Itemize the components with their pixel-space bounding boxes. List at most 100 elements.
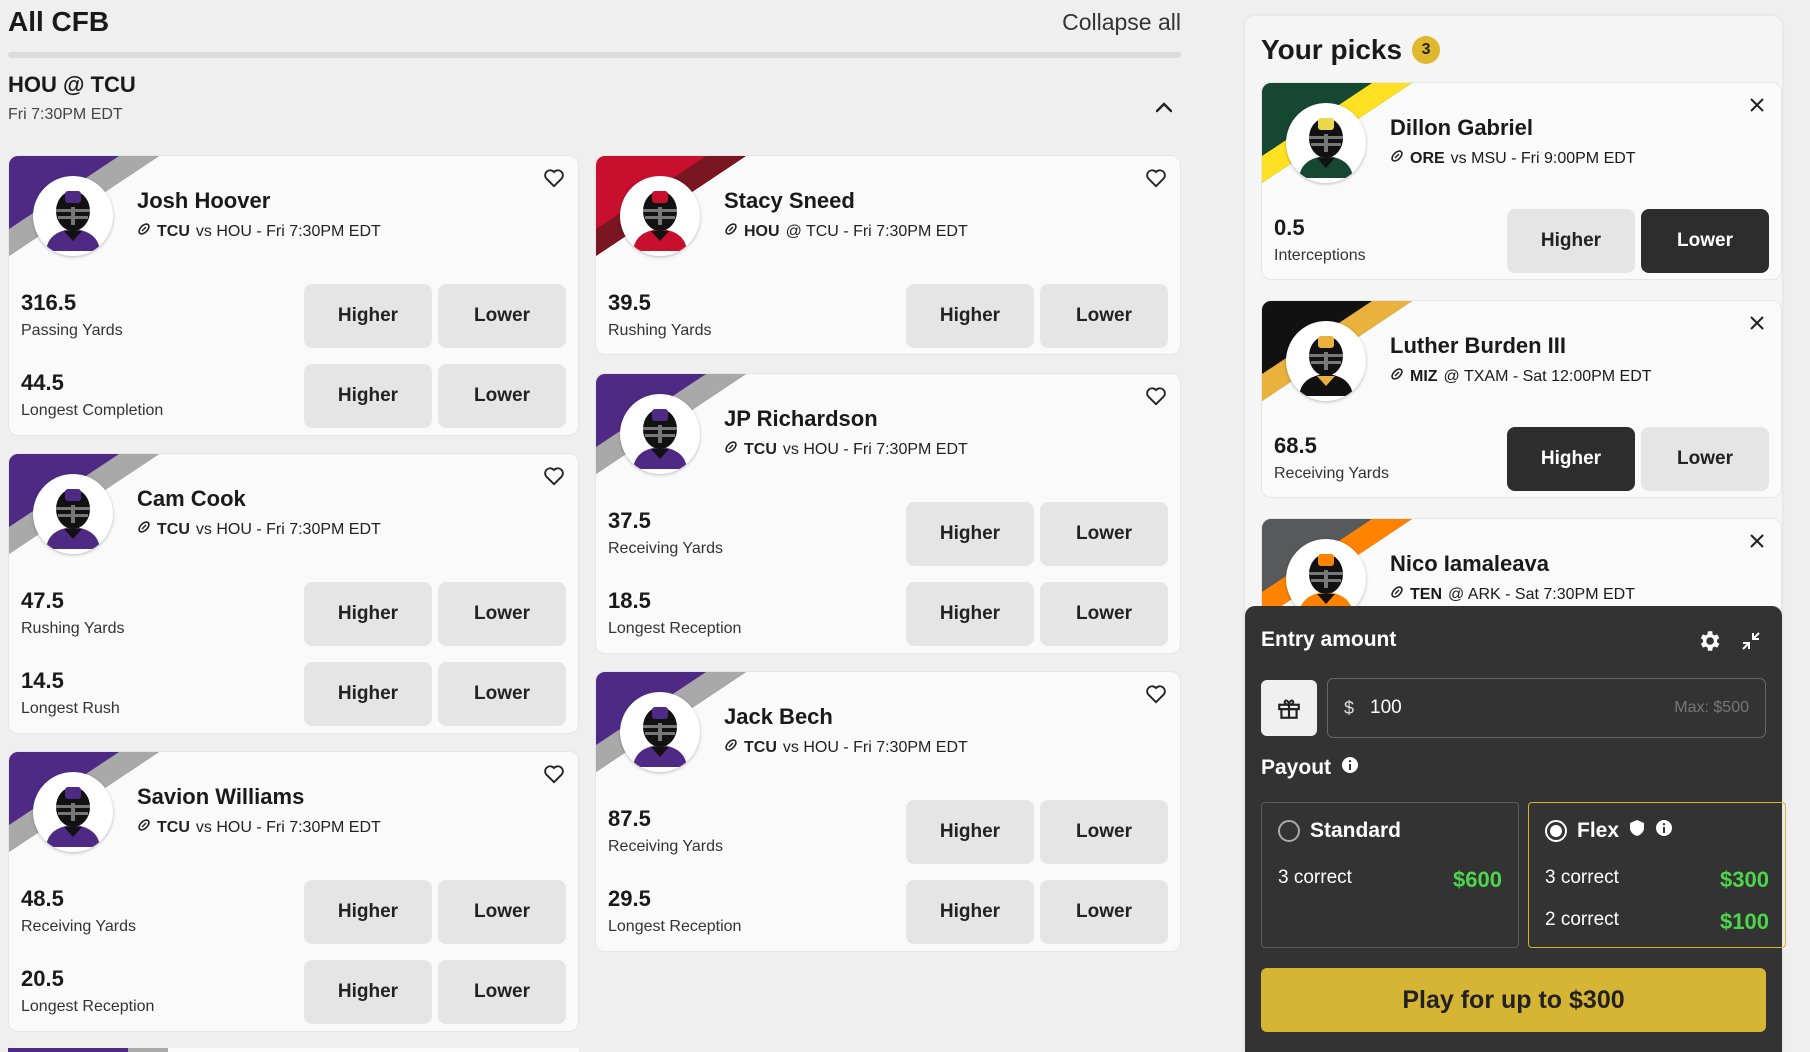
standard-label: Standard bbox=[1310, 819, 1402, 842]
picks-title-text: Your picks bbox=[1261, 34, 1403, 65]
entry-amount-title: Entry amount bbox=[1261, 628, 1397, 651]
higher-button[interactable]: Higher bbox=[304, 582, 432, 646]
standard-option-header: Standard bbox=[1278, 819, 1401, 843]
picks-count-badge: 3 bbox=[1412, 36, 1441, 64]
team-abbrev: MIZ bbox=[1410, 367, 1438, 385]
player-avatar bbox=[33, 176, 113, 256]
prop-row: 44.5 Longest Completion Higher Lower bbox=[9, 364, 578, 430]
higher-button[interactable]: Higher bbox=[1507, 209, 1635, 273]
lower-button-selected[interactable]: Lower bbox=[1641, 209, 1769, 273]
lower-button[interactable]: Lower bbox=[1040, 502, 1168, 566]
payout-row-amount: $100 bbox=[1720, 909, 1769, 934]
higher-button[interactable]: Higher bbox=[304, 284, 432, 348]
player-matchup: MIZ @ TXAM - Sat 12:00PM EDT bbox=[1390, 367, 1652, 386]
favorite-heart-icon[interactable] bbox=[540, 760, 568, 788]
gear-icon[interactable] bbox=[1694, 626, 1724, 656]
player-matchup: TCU vs HOU - Fri 7:30PM EDT bbox=[724, 738, 968, 757]
game-time: Fri 7:30PM EDT bbox=[8, 106, 123, 123]
next-card-peek bbox=[8, 1048, 579, 1052]
remove-pick-close-icon[interactable] bbox=[1743, 309, 1771, 337]
prop-stat: Receiving Yards bbox=[1274, 465, 1390, 482]
player-matchup: TCU vs HOU - Fri 7:30PM EDT bbox=[724, 440, 968, 459]
higher-button[interactable]: Higher bbox=[304, 960, 432, 1024]
collapse-all-button[interactable]: Collapse all bbox=[1062, 9, 1181, 36]
prop-row: 48.5 Receiving Yards Higher Lower bbox=[9, 880, 578, 946]
payout-row-amount: $600 bbox=[1453, 867, 1502, 892]
prop-value: 47.5 bbox=[21, 588, 64, 613]
collapse-panel-icon[interactable] bbox=[1736, 626, 1766, 656]
football-icon bbox=[724, 440, 738, 459]
lower-button[interactable]: Lower bbox=[1040, 284, 1168, 348]
prop-stat: Longest Reception bbox=[21, 998, 155, 1015]
matchup-text: @ ARK - Sat 7:30PM EDT bbox=[1448, 585, 1635, 603]
matchup-text: vs HOU - Fri 7:30PM EDT bbox=[782, 738, 968, 756]
lower-button[interactable]: Lower bbox=[1641, 427, 1769, 491]
favorite-heart-icon[interactable] bbox=[1142, 164, 1170, 192]
payout-row-amount: $300 bbox=[1720, 867, 1769, 892]
lower-button[interactable]: Lower bbox=[1040, 582, 1168, 646]
prop-row: 20.5 Longest Reception Higher Lower bbox=[9, 960, 578, 1026]
picks-title: Your picks 3 bbox=[1261, 34, 1441, 66]
lower-button[interactable]: Lower bbox=[438, 880, 566, 944]
prop-row: 14.5 Longest Rush Higher Lower bbox=[9, 662, 578, 728]
remove-pick-close-icon[interactable] bbox=[1743, 527, 1771, 555]
lower-button[interactable]: Lower bbox=[438, 582, 566, 646]
player-avatar bbox=[33, 474, 113, 554]
higher-button[interactable]: Higher bbox=[906, 800, 1034, 864]
higher-button[interactable]: Higher bbox=[906, 502, 1034, 566]
higher-button[interactable]: Higher bbox=[304, 364, 432, 428]
payout-option-flex[interactable]: Flex 3 correct $300 2 correct $100 bbox=[1528, 802, 1786, 948]
pick-card-dillon-gabriel: Dillon Gabriel ORE vs MSU - Fri 9:00PM ED… bbox=[1261, 82, 1782, 280]
favorite-heart-icon[interactable] bbox=[1142, 680, 1170, 708]
flex-radio-selected[interactable] bbox=[1545, 820, 1567, 842]
favorite-heart-icon[interactable] bbox=[540, 164, 568, 192]
lower-button[interactable]: Lower bbox=[438, 662, 566, 726]
favorite-heart-icon[interactable] bbox=[540, 462, 568, 490]
remove-pick-close-icon[interactable] bbox=[1743, 91, 1771, 119]
player-name: Nico Iamaleava bbox=[1390, 551, 1549, 576]
gift-icon[interactable] bbox=[1261, 680, 1317, 736]
player-avatar bbox=[620, 394, 700, 474]
lower-button[interactable]: Lower bbox=[1040, 880, 1168, 944]
prop-row: 47.5 Rushing Yards Higher Lower bbox=[9, 582, 578, 648]
football-icon bbox=[1390, 367, 1404, 386]
player-avatar bbox=[1286, 321, 1366, 401]
matchup-text: vs HOU - Fri 7:30PM EDT bbox=[195, 222, 381, 240]
prop-row: 68.5 Receiving Yards Higher Lower bbox=[1262, 427, 1781, 493]
play-button[interactable]: Play for up to $300 bbox=[1261, 968, 1766, 1032]
lower-button[interactable]: Lower bbox=[1040, 800, 1168, 864]
currency-symbol: $ bbox=[1344, 697, 1355, 718]
player-matchup: TCU vs HOU - Fri 7:30PM EDT bbox=[137, 222, 381, 241]
prop-value: 37.5 bbox=[608, 508, 651, 533]
entry-amount-input[interactable] bbox=[1370, 697, 1675, 719]
chevron-up-icon[interactable] bbox=[1149, 92, 1179, 122]
higher-button[interactable]: Higher bbox=[304, 662, 432, 726]
info-icon[interactable] bbox=[1341, 756, 1359, 780]
payout-option-standard[interactable]: Standard 3 correct $600 bbox=[1261, 802, 1519, 948]
higher-button[interactable]: Higher bbox=[304, 880, 432, 944]
football-icon bbox=[1390, 585, 1404, 604]
higher-button[interactable]: Higher bbox=[906, 582, 1034, 646]
info-icon[interactable] bbox=[1655, 819, 1673, 843]
player-name: Cam Cook bbox=[137, 486, 246, 511]
player-name: JP Richardson bbox=[724, 406, 878, 431]
prop-value: 316.5 bbox=[21, 290, 77, 315]
lower-button[interactable]: Lower bbox=[438, 284, 566, 348]
team-abbrev: TEN bbox=[1410, 585, 1442, 603]
favorite-heart-icon[interactable] bbox=[1142, 382, 1170, 410]
higher-button[interactable]: Higher bbox=[906, 284, 1034, 348]
standard-radio[interactable] bbox=[1278, 820, 1300, 842]
player-name: Savion Williams bbox=[137, 784, 305, 809]
player-card-josh-hoover: Josh Hoover TCU vs HOU - Fri 7:30PM EDT 3… bbox=[8, 155, 579, 436]
lower-button[interactable]: Lower bbox=[438, 960, 566, 1024]
team-abbrev: TCU bbox=[157, 222, 190, 240]
player-avatar bbox=[620, 176, 700, 256]
team-abbrev: TCU bbox=[157, 818, 190, 836]
entry-amount-field[interactable]: $ Max: $500 bbox=[1327, 678, 1766, 738]
team-abbrev: ORE bbox=[1410, 149, 1445, 167]
prop-stat: Longest Reception bbox=[608, 620, 742, 637]
prop-value: 48.5 bbox=[21, 886, 64, 911]
higher-button[interactable]: Higher bbox=[906, 880, 1034, 944]
higher-button-selected[interactable]: Higher bbox=[1507, 427, 1635, 491]
lower-button[interactable]: Lower bbox=[438, 364, 566, 428]
